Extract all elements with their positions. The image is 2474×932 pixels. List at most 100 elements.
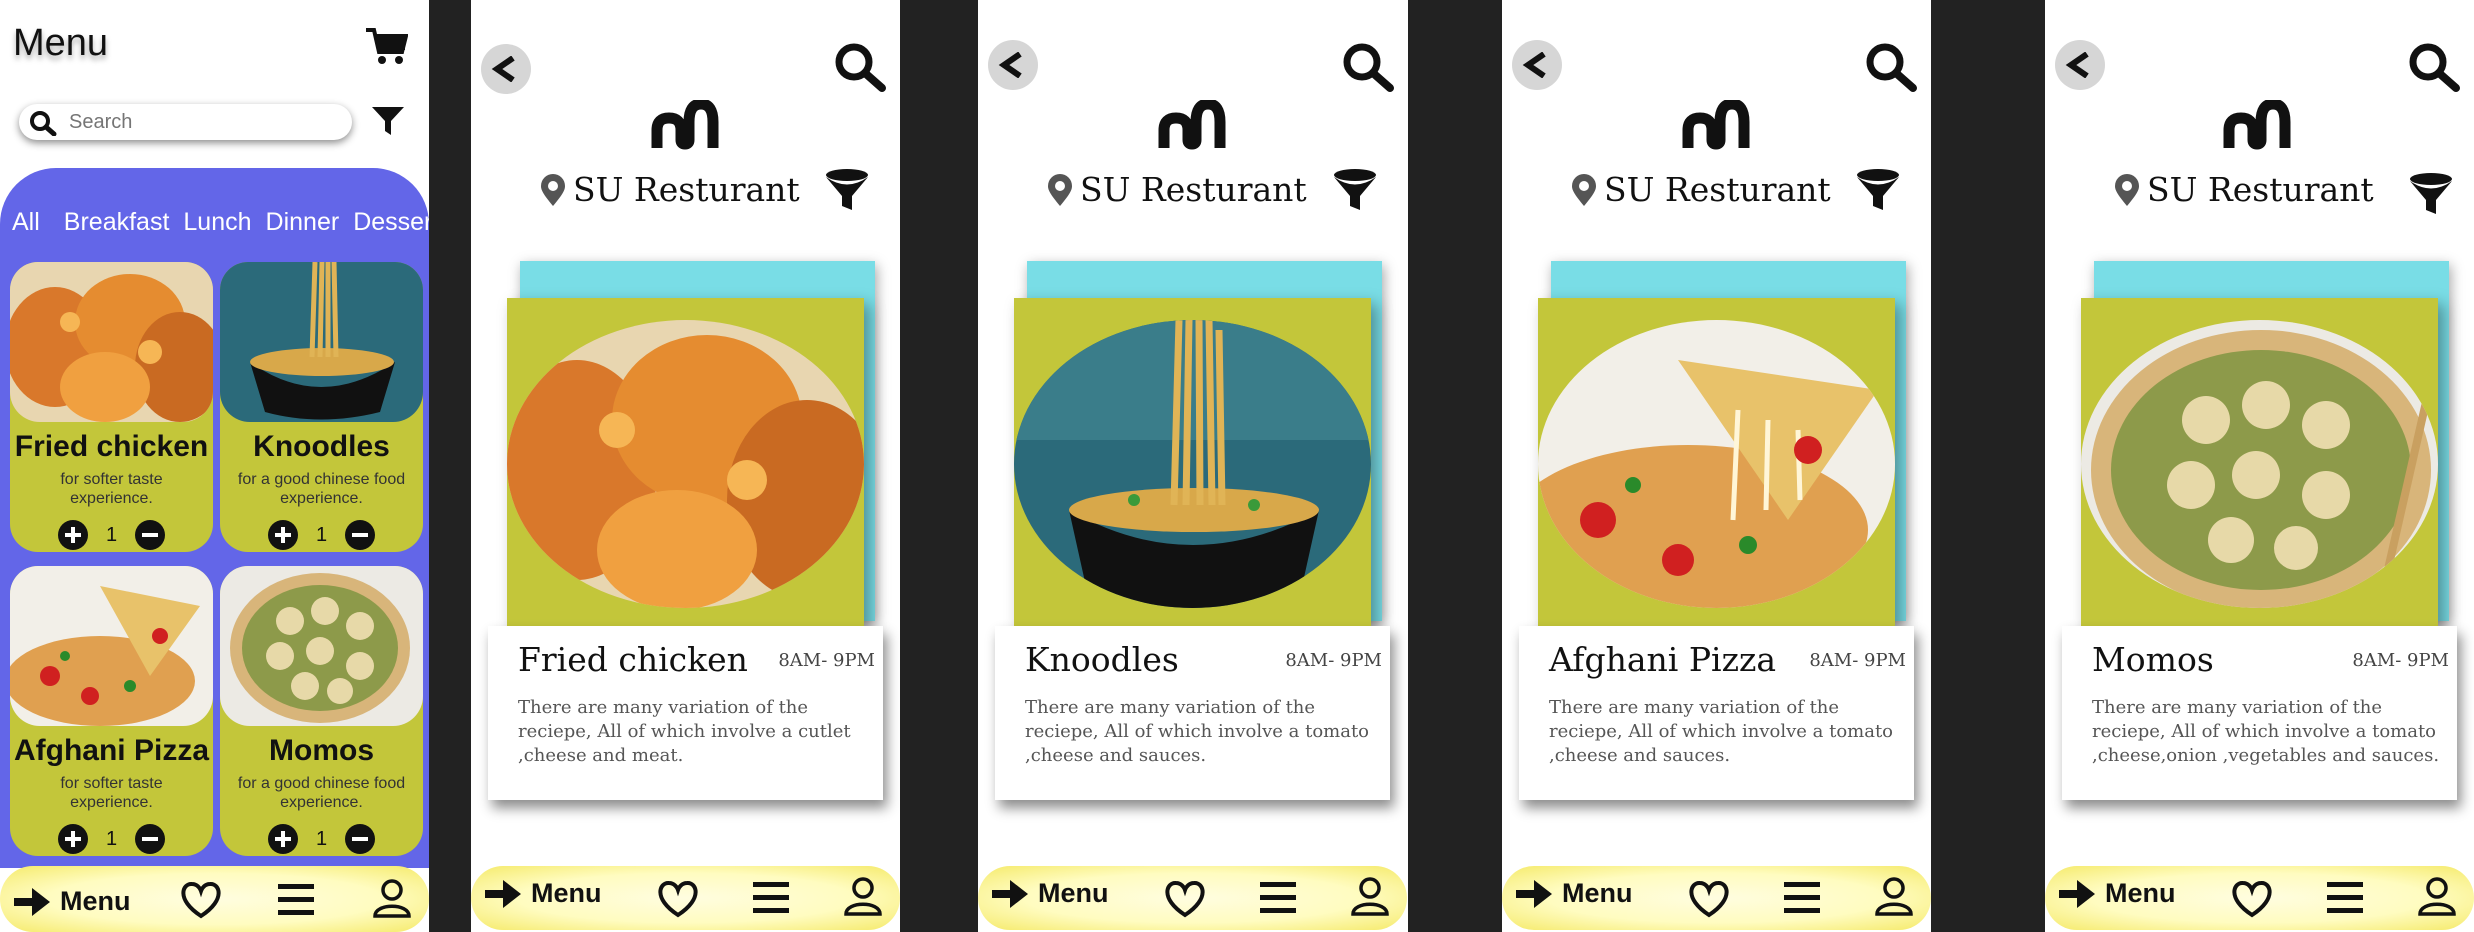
user-icon[interactable]: [1874, 876, 1914, 916]
category-tabs: All Breakfast Lunch Dinner Dessert: [12, 208, 429, 237]
food-desc: for softer taste experience.: [60, 471, 163, 507]
bottom-nav: Menu: [1502, 866, 1931, 930]
momos-image: [220, 566, 423, 726]
filter-icon[interactable]: [370, 105, 406, 137]
funnel-icon[interactable]: [1855, 168, 1901, 212]
arrow-right-icon: [485, 879, 521, 908]
food-card-momos[interactable]: Momos for a good chinese food experience…: [220, 566, 423, 856]
dish-info-card: Fried chicken 8AM- 9PM There are many va…: [488, 626, 883, 800]
heart-icon[interactable]: [1164, 880, 1206, 918]
food-card-knoodles[interactable]: Knoodles for a good chinese food experie…: [220, 262, 423, 552]
plus-icon[interactable]: [267, 520, 298, 550]
hamburger-icon[interactable]: [1260, 882, 1296, 914]
minus-icon[interactable]: [345, 520, 376, 550]
hamburger-icon[interactable]: [2327, 882, 2363, 914]
search-icon[interactable]: [2406, 42, 2460, 92]
detail-screen-fried-chicken: SU Resturant Fried chicken 8AM- 9PM Ther…: [471, 0, 900, 932]
quantity-stepper: 1: [10, 824, 213, 854]
search-icon[interactable]: [1863, 42, 1917, 92]
back-button[interactable]: [2055, 40, 2105, 90]
restaurant-name: SU Resturant: [1604, 170, 1831, 209]
dish-description: There are many variation of the reciepe,…: [1025, 697, 1370, 766]
search-icon[interactable]: [832, 42, 886, 92]
cart-icon[interactable]: [364, 26, 408, 66]
dish-hours: 8AM- 9PM: [2352, 650, 2449, 671]
hamburger-icon[interactable]: [1784, 882, 1820, 914]
minus-icon[interactable]: [135, 824, 166, 854]
restaurant-location: SU Resturant: [1046, 170, 1307, 209]
funnel-icon[interactable]: [2408, 172, 2454, 216]
plus-icon[interactable]: [57, 520, 88, 550]
logo-icon: [2223, 100, 2291, 150]
quantity-stepper: 1: [10, 520, 213, 550]
dish-hours: 8AM- 9PM: [778, 650, 875, 671]
food-name: Fried chicken: [14, 430, 209, 463]
user-icon[interactable]: [372, 878, 412, 918]
dish-image-card: [507, 298, 864, 628]
dish-hours: 8AM- 9PM: [1285, 650, 1382, 671]
bottom-nav: Menu: [978, 866, 1407, 930]
bottom-nav: Menu: [471, 866, 900, 930]
heart-icon[interactable]: [657, 880, 699, 918]
user-icon[interactable]: [843, 876, 883, 916]
quantity-stepper: 1: [220, 520, 423, 550]
tab-breakfast[interactable]: Breakfast: [64, 208, 170, 237]
hamburger-icon[interactable]: [278, 884, 314, 916]
search-icon[interactable]: [1340, 42, 1394, 92]
back-button[interactable]: [988, 40, 1038, 90]
nav-menu[interactable]: Menu: [1516, 878, 1633, 909]
food-card-afghani-pizza[interactable]: Afghani Pizza for softer taste experienc…: [10, 566, 213, 856]
heart-icon[interactable]: [2231, 880, 2273, 918]
food-name: Knoodles: [253, 430, 390, 463]
quantity-value: 1: [105, 523, 118, 546]
quantity-stepper: 1: [220, 824, 423, 854]
minus-icon[interactable]: [345, 824, 376, 854]
search-input[interactable]: [69, 109, 339, 135]
fried-chicken-image: [10, 262, 213, 422]
search-icon: [30, 111, 57, 136]
nav-menu[interactable]: Menu: [14, 886, 131, 917]
nav-menu-label: Menu: [531, 878, 602, 908]
logo-icon: [651, 100, 719, 150]
restaurant-location: SU Resturant: [539, 170, 800, 209]
tab-dinner[interactable]: Dinner: [266, 208, 340, 237]
dish-description: There are many variation of the reciepe,…: [518, 697, 851, 766]
funnel-icon[interactable]: [824, 168, 870, 212]
dish-description: There are many variation of the reciepe,…: [1549, 697, 1894, 766]
plus-icon[interactable]: [57, 824, 88, 854]
restaurant-name: SU Resturant: [1080, 170, 1307, 209]
minus-icon[interactable]: [135, 520, 166, 550]
funnel-icon[interactable]: [1332, 168, 1378, 212]
tab-dessert[interactable]: Dessert: [353, 208, 429, 237]
logo-icon: [1682, 100, 1750, 150]
heart-icon[interactable]: [180, 881, 222, 919]
back-button[interactable]: [1512, 40, 1562, 90]
back-button[interactable]: [481, 44, 531, 94]
nav-menu[interactable]: Menu: [485, 878, 602, 909]
nav-menu-label: Menu: [1562, 878, 1633, 908]
quantity-value: 1: [315, 523, 328, 546]
dish-info-card: Momos 8AM- 9PM There are many variation …: [2062, 626, 2457, 800]
location-pin-icon: [2115, 173, 2139, 206]
search-bar[interactable]: [19, 104, 352, 140]
plus-icon[interactable]: [267, 824, 298, 854]
arrow-right-icon: [1516, 879, 1552, 908]
heart-icon[interactable]: [1688, 880, 1730, 918]
nav-menu[interactable]: Menu: [992, 878, 1109, 909]
afghani-pizza-image: [1538, 320, 1895, 608]
food-desc: for a good chinese food experience.: [237, 471, 406, 507]
nav-menu[interactable]: Menu: [2059, 878, 2176, 909]
hamburger-icon[interactable]: [753, 882, 789, 914]
quantity-value: 1: [105, 827, 118, 850]
back-icon: [1522, 52, 1546, 78]
user-icon[interactable]: [1350, 876, 1390, 916]
user-icon[interactable]: [2417, 876, 2457, 916]
food-card-fried-chicken[interactable]: Fried chicken for softer taste experienc…: [10, 262, 213, 552]
afghani-pizza-image: [10, 566, 213, 726]
tab-all[interactable]: All: [12, 208, 40, 237]
momos-image: [2081, 320, 2438, 608]
nav-menu-label: Menu: [2105, 878, 2176, 908]
tab-lunch[interactable]: Lunch: [183, 208, 251, 237]
restaurant-name: SU Resturant: [573, 170, 800, 209]
location-pin-icon: [541, 173, 565, 206]
